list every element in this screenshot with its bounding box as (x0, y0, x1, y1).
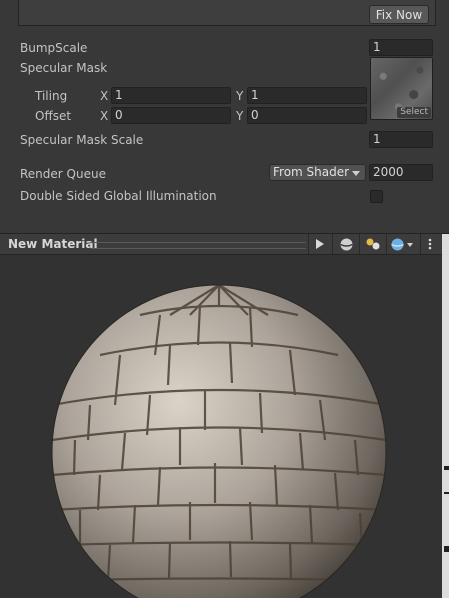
bump-scale-label: BumpScale (20, 41, 88, 55)
render-queue-dropdown[interactable]: From Shader (269, 164, 366, 181)
adjacent-window-edge (442, 234, 449, 598)
tiling-label: Tiling (35, 89, 68, 103)
more-options-icon[interactable] (424, 236, 436, 252)
material-preview-area[interactable] (0, 255, 442, 598)
play-icon[interactable] (313, 236, 327, 252)
double-sided-gi-label: Double Sided Global Illumination (20, 189, 217, 203)
render-queue-mode-text: From Shader (273, 165, 350, 179)
offset-y-label: Y (236, 109, 244, 123)
specular-mask-texture-slot[interactable]: Select (370, 57, 433, 120)
specular-mask-scale-label: Specular Mask Scale (20, 133, 144, 147)
background-sphere-icon[interactable] (390, 236, 416, 252)
material-preview-sphere (51, 284, 387, 598)
render-queue-label: Render Queue (20, 167, 106, 181)
tiling-x-field[interactable]: 1 (111, 87, 231, 104)
offset-label: Offset (35, 109, 72, 123)
preview-toolbar: New Material (0, 234, 442, 255)
chevron-down-icon (352, 171, 360, 176)
double-sided-gi-checkbox[interactable] (370, 190, 383, 203)
preview-title: New Material (8, 237, 98, 251)
bump-scale-field[interactable]: 1 (369, 39, 433, 56)
specular-mask-label: Specular Mask (20, 61, 108, 75)
render-queue-value-field[interactable]: 2000 (369, 164, 433, 181)
tiling-y-label: Y (236, 89, 244, 103)
offset-x-label: X (100, 109, 109, 123)
texture-select-button[interactable]: Select (397, 107, 431, 118)
tiling-x-label: X (100, 89, 109, 103)
resize-grip[interactable] (90, 242, 306, 249)
sphere-mesh-icon[interactable] (338, 236, 354, 252)
lighting-icon[interactable] (364, 236, 382, 252)
offset-y-field[interactable]: 0 (247, 107, 367, 124)
fix-now-button[interactable]: Fix Now (369, 5, 429, 24)
specular-mask-scale-field[interactable]: 1 (369, 131, 433, 148)
tiling-y-field[interactable]: 1 (247, 87, 367, 104)
offset-x-field[interactable]: 0 (111, 107, 231, 124)
